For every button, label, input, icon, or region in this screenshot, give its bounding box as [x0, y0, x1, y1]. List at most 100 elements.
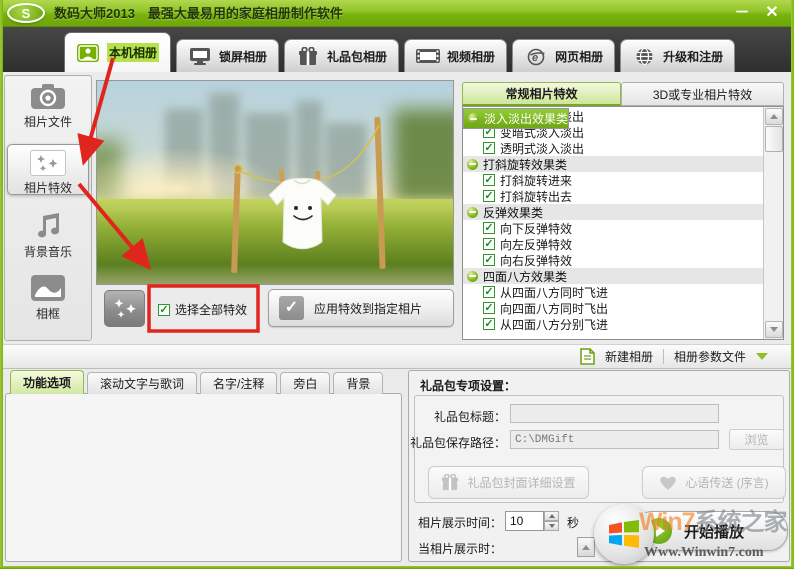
new-album-button[interactable]: 新建相册	[605, 348, 653, 365]
tab-background[interactable]: 背景	[333, 372, 383, 394]
effect-group-header[interactable]: 打斜旋转效果类	[463, 156, 764, 172]
tab-video-album[interactable]: 视频相册	[404, 39, 507, 72]
windows-logo-watermark	[594, 504, 654, 564]
tab-scrolling-text-lyrics[interactable]: 滚动文字与歌词	[87, 372, 197, 394]
tab-label: 升级和注册	[663, 48, 723, 65]
tab-function-options[interactable]: 功能选项	[10, 370, 84, 394]
effect-item[interactable]: ✓向左反弹特效	[463, 236, 764, 252]
gift-title-input[interactable]	[510, 404, 719, 423]
sidebar-item-photo-files[interactable]: 相片文件	[8, 82, 88, 130]
sidebar: 相片文件 相片特效 背景音乐 相框	[4, 75, 92, 341]
effect-group-header[interactable]: 反弹效果类	[463, 204, 764, 220]
minimize-button[interactable]: －	[728, 0, 756, 26]
sparkles-icon	[110, 297, 140, 321]
tab-3d-effects[interactable]: 3D或专业相片特效	[621, 82, 784, 106]
effect-label: 向四面八方同时飞出	[500, 300, 608, 316]
sidebar-item-photo-frame[interactable]: 相框	[8, 274, 88, 322]
chevron-up-icon	[770, 114, 778, 119]
photo-duration-label: 相片展示时间：	[412, 514, 502, 531]
play-label: 开始播放	[684, 521, 744, 542]
clothesline-shirt-illustration	[97, 81, 454, 285]
window-border	[0, 0, 3, 569]
tab-lockscreen-album[interactable]: 锁屏相册	[176, 39, 279, 72]
checkbox-checked-icon[interactable]: ✓	[483, 254, 495, 266]
dropdown-arrow-icon[interactable]	[756, 353, 768, 360]
photo-person-icon	[76, 43, 100, 62]
checkbox-checked-icon[interactable]: ✓	[483, 142, 495, 154]
effect-item[interactable]: ✓ 打斜旋转出去	[463, 188, 764, 204]
tab-upgrade-register[interactable]: 升级和注册	[620, 39, 735, 72]
duration-unit-label: 秒	[567, 514, 587, 531]
effect-item[interactable]: ✓ 向下反弹特效	[463, 220, 764, 236]
options-panel	[5, 393, 402, 562]
heart-message-button[interactable]: 心语传送 (序言)	[642, 466, 786, 499]
display-mode-up-button[interactable]	[577, 537, 595, 557]
scroll-up-button[interactable]	[765, 108, 783, 125]
effect-item[interactable]: ✓从四面八方分别飞进	[463, 316, 764, 332]
collapse-icon[interactable]	[468, 113, 479, 124]
spin-up-button[interactable]	[544, 511, 559, 521]
checkbox-checked-icon[interactable]: ✓	[483, 222, 495, 234]
scrollbar[interactable]	[763, 107, 783, 339]
tab-web-album[interactable]: e 网页相册	[512, 39, 615, 72]
gift-cover-settings-button[interactable]: 礼品包封面详细设置	[428, 466, 589, 499]
tab-name-notes[interactable]: 名字/注释	[200, 372, 277, 394]
sidebar-item-label: 背景音乐	[8, 243, 88, 260]
music-note-icon	[29, 212, 67, 240]
effect-group-header[interactable]: 淡入淡出效果类	[463, 108, 569, 129]
chevron-up-icon	[549, 514, 555, 518]
browse-button[interactable]: 浏览	[729, 429, 784, 450]
effect-label: 向下反弹特效	[500, 220, 572, 236]
checkbox-checked-icon[interactable]: ✓	[483, 318, 495, 330]
close-button[interactable]: ✕	[758, 0, 786, 26]
effect-item[interactable]: ✓透明式淡入淡出	[463, 140, 764, 156]
album-params-button[interactable]: 相册参数文件	[674, 348, 746, 365]
effect-item[interactable]: ✓ 向右反弹特效	[463, 252, 764, 268]
effects-sparkle-button[interactable]	[104, 290, 145, 327]
tab-narration[interactable]: 旁白	[280, 372, 330, 394]
checkbox-checked-icon[interactable]: ✓	[483, 238, 495, 250]
checkbox-checked-icon[interactable]: ✓	[483, 302, 495, 314]
gift-icon	[441, 474, 459, 491]
effect-item[interactable]: ✓ 向四面八方同时飞出	[463, 300, 764, 316]
photo-duration-input[interactable]	[505, 511, 544, 531]
effect-label: 向右反弹特效	[500, 252, 572, 268]
tab-local-album[interactable]: 本机相册	[64, 32, 171, 72]
sidebar-item-background-music[interactable]: 背景音乐	[8, 212, 88, 260]
gift-path-input[interactable]	[510, 430, 719, 449]
windows-flag-icon	[608, 519, 640, 549]
collapse-icon[interactable]	[467, 159, 478, 170]
gift-icon	[296, 47, 320, 66]
duration-spinner[interactable]	[544, 511, 559, 531]
button-label: 心语传送 (序言)	[685, 474, 768, 491]
gift-panel-title: 礼品包专项设置：	[420, 377, 516, 394]
frame-icon	[29, 274, 67, 302]
globe-icon	[632, 47, 656, 66]
tab-giftpack-album[interactable]: 礼品包相册	[284, 39, 399, 72]
checkbox-checked-icon[interactable]: ✓	[483, 190, 495, 202]
checkbox-checked-icon[interactable]: ✓	[483, 174, 495, 186]
chevron-down-icon	[549, 524, 555, 528]
collapse-icon[interactable]	[467, 271, 478, 282]
scroll-down-button[interactable]	[765, 321, 783, 338]
start-play-button[interactable]: 开始播放	[633, 511, 788, 551]
effect-label: 打斜旋转出去	[500, 188, 572, 204]
select-all-effects[interactable]: ✓ 选择全部特效	[158, 301, 247, 318]
window-title: 数码大师2013 最强大最易用的家庭相册制作软件	[54, 0, 343, 27]
heart-icon	[659, 475, 677, 491]
effect-item[interactable]: ✓打斜旋转进来	[463, 172, 764, 188]
collapse-icon[interactable]	[467, 207, 478, 218]
tab-label: 本机相册	[107, 43, 159, 62]
effect-group-header[interactable]: 四面八方效果类	[463, 268, 764, 284]
group-label: 打斜旋转效果类	[483, 156, 567, 172]
spin-down-button[interactable]	[544, 521, 559, 531]
effect-item[interactable]: ✓从四面八方同时飞进	[463, 284, 764, 300]
checkbox-checked-icon[interactable]: ✓	[483, 286, 495, 298]
tab-regular-effects[interactable]: 常规相片特效	[462, 82, 621, 106]
checkbox-checked-icon[interactable]: ✓	[158, 304, 170, 316]
sparkles-icon	[30, 150, 66, 176]
scrollbar-thumb[interactable]	[765, 126, 783, 152]
apply-effects-button[interactable]: ✓ 应用特效到指定相片	[268, 289, 454, 327]
sidebar-item-photo-effects[interactable]: 相片特效	[7, 144, 89, 195]
app-logo-icon: S	[7, 3, 45, 23]
